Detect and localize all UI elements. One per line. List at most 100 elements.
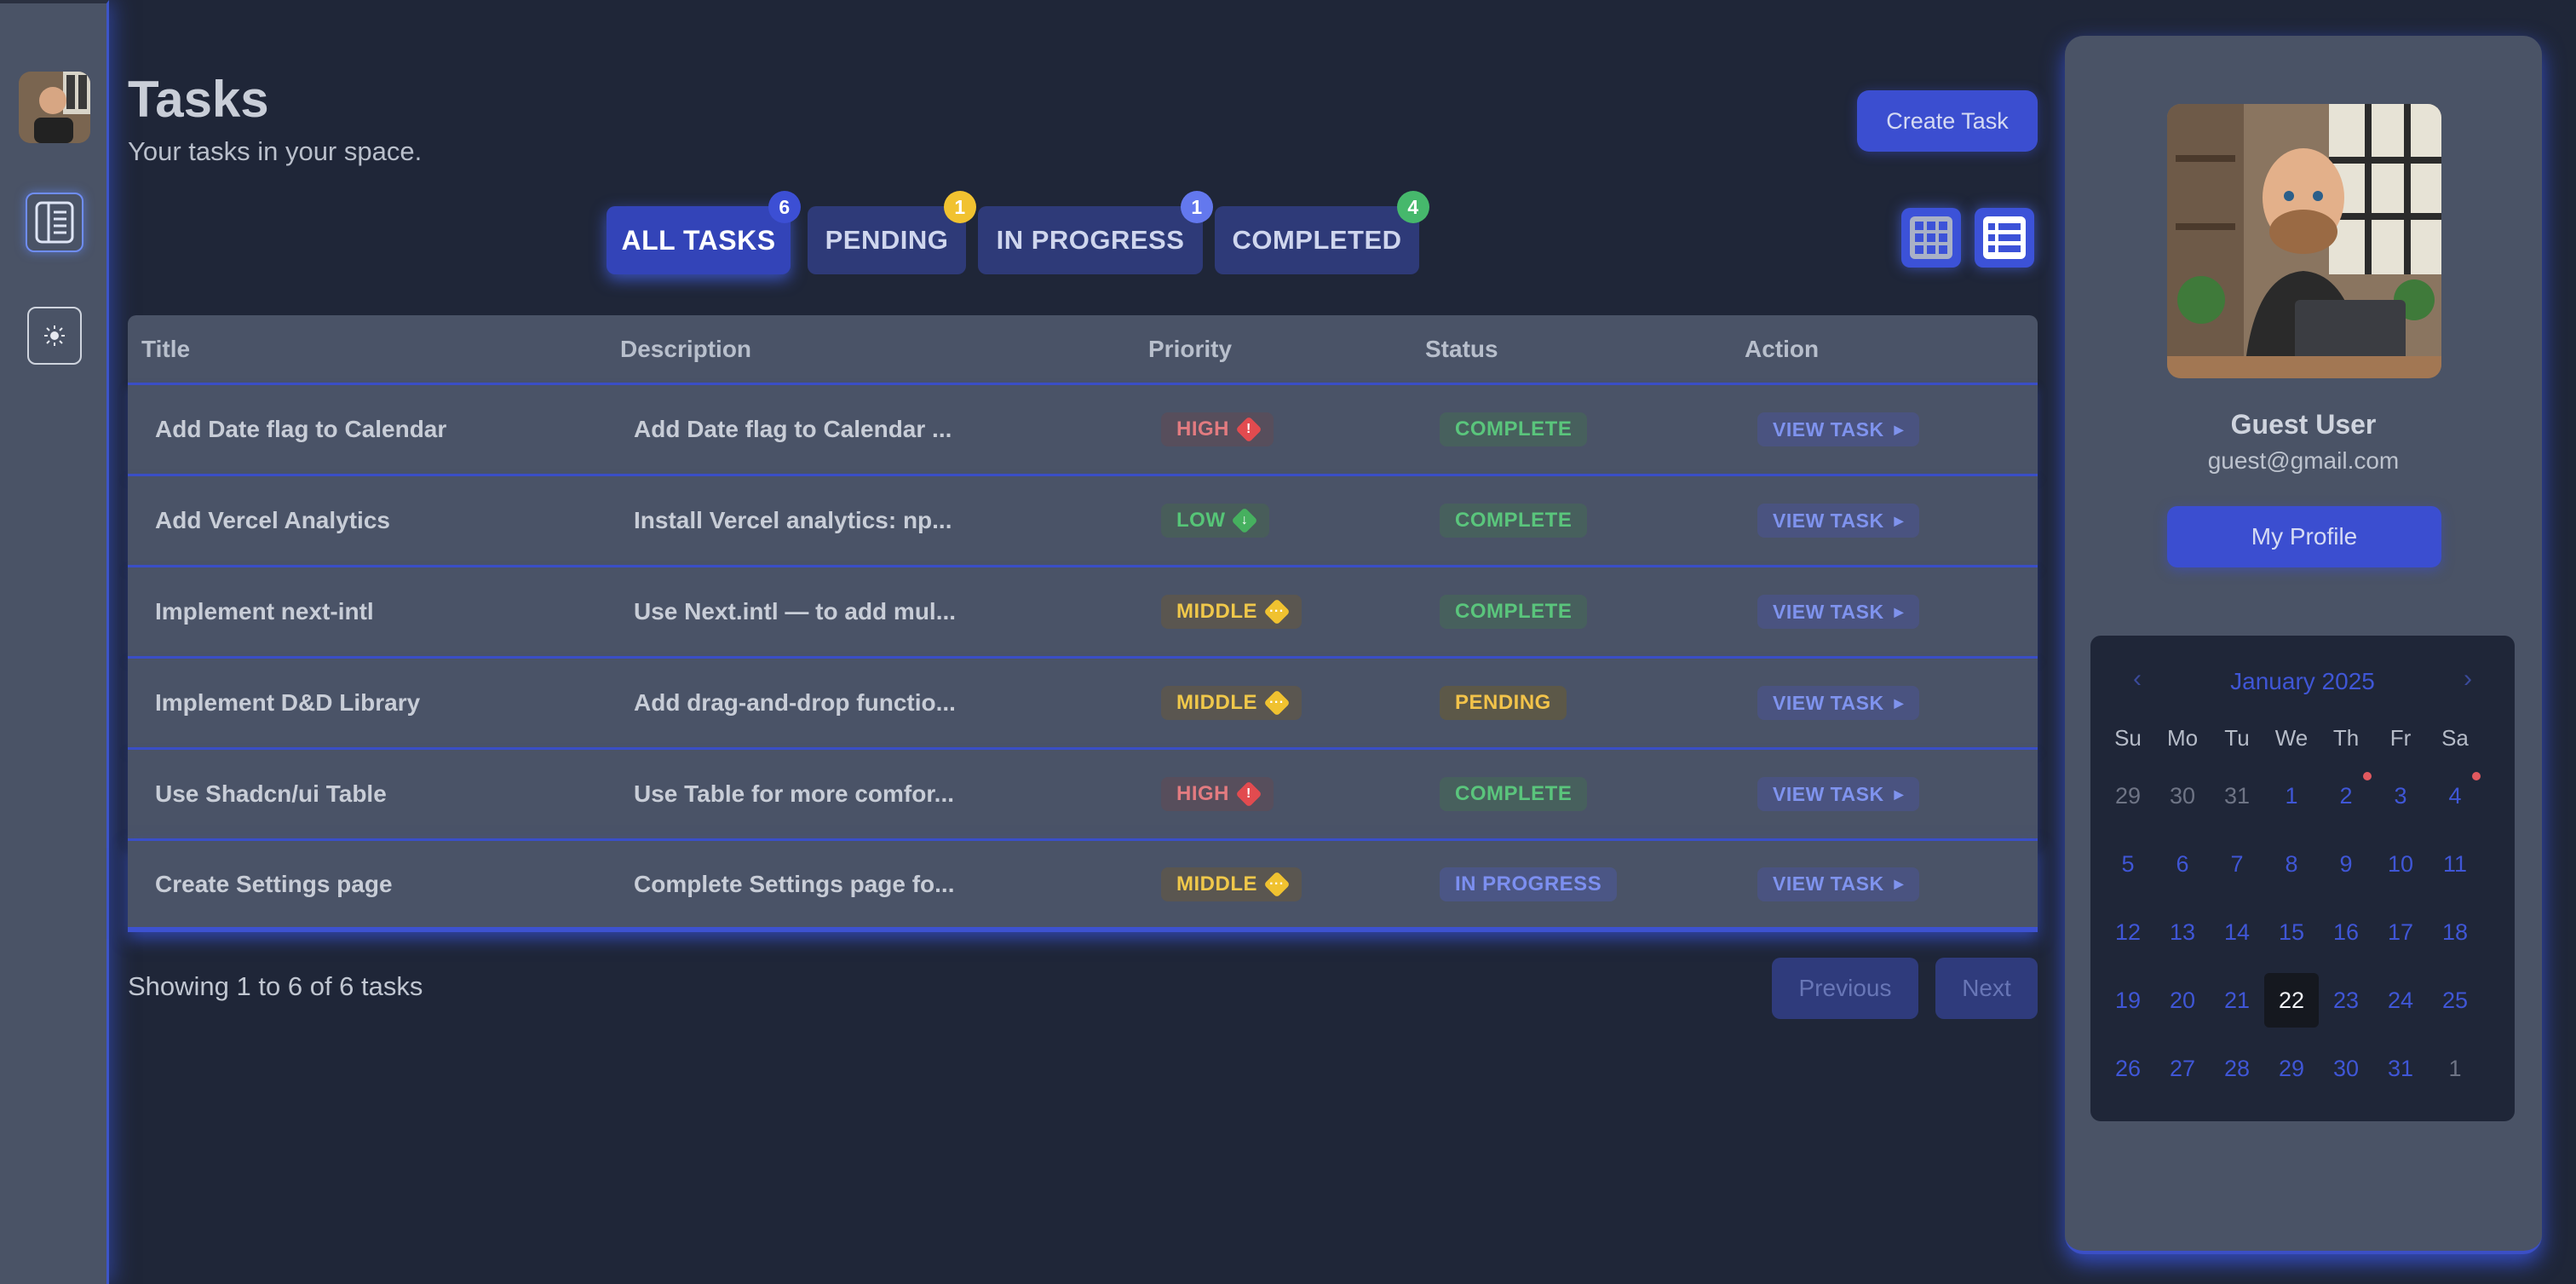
tab-all-tasks[interactable]: ALL TASKS 6	[607, 191, 801, 274]
calendar-grid: Su Mo Tu We Th Fr Sa 29 30 31 1 2 3 4 5 …	[2101, 721, 2504, 1096]
profile-avatar	[2167, 104, 2441, 378]
tab-label: COMPLETED	[1232, 225, 1402, 255]
tab-completed[interactable]: COMPLETED 4	[1215, 191, 1429, 274]
avatar[interactable]	[19, 72, 90, 143]
view-task-button[interactable]: VIEW TASK ▶	[1757, 504, 1919, 538]
sidebar-toggle-icon	[35, 201, 74, 244]
weekday-label: Th	[2332, 725, 2360, 751]
calendar-day[interactable]: 10	[2373, 837, 2428, 891]
calendar-day[interactable]: 31	[2210, 769, 2264, 823]
calendar-day[interactable]: 1	[2428, 1041, 2482, 1096]
status-badge: COMPLETE	[1440, 504, 1588, 538]
user-name: Guest User	[2230, 409, 2377, 440]
calendar-day[interactable]: 29	[2101, 769, 2155, 823]
task-description: Add drag-and-drop functio...	[634, 689, 956, 716]
weekday-label: Tu	[2224, 725, 2250, 751]
tab-pending[interactable]: PENDING 1	[808, 191, 976, 274]
calendar-day-today[interactable]: 22	[2264, 973, 2319, 1028]
calendar-day-flagged[interactable]: 4	[2428, 769, 2482, 823]
main-content: Tasks Your tasks in your space. Create T…	[128, 0, 2039, 1284]
priority-label: MIDDLE	[1176, 872, 1257, 895]
grid-view-button[interactable]	[1901, 208, 1961, 268]
calendar-day[interactable]: 18	[2428, 905, 2482, 959]
priority-label: MIDDLE	[1176, 600, 1257, 623]
flag-dot	[2363, 772, 2372, 780]
calendar-day[interactable]: 30	[2319, 1041, 2373, 1096]
calendar-day[interactable]: 30	[2155, 769, 2210, 823]
table-row: Implement D&D Library Add drag-and-drop …	[128, 659, 2038, 750]
priority-badge: LOW ↓	[1161, 504, 1270, 538]
status-badge: COMPLETE	[1440, 777, 1588, 811]
view-task-button[interactable]: VIEW TASK ▶	[1757, 777, 1919, 811]
calendar-day[interactable]: 1	[2264, 769, 2319, 823]
sidebar-toggle-button[interactable]	[26, 193, 83, 252]
task-description: Complete Settings page fo...	[634, 870, 955, 897]
calendar-day[interactable]: 19	[2101, 973, 2155, 1028]
task-title: Add Date flag to Calendar	[155, 416, 447, 442]
calendar-day[interactable]: 7	[2210, 837, 2264, 891]
calendar-day[interactable]: 12	[2101, 905, 2155, 959]
calendar-day[interactable]: 26	[2101, 1041, 2155, 1096]
previous-button[interactable]: Previous	[1772, 958, 1918, 1019]
tasks-table: Title Description Priority Status Action…	[128, 315, 2038, 932]
dots-icon: ···	[1263, 870, 1291, 898]
table-row: Implement next-intl Use Next.intl — to a…	[128, 567, 2038, 659]
view-task-button[interactable]: VIEW TASK ▶	[1757, 867, 1919, 901]
calendar-day[interactable]: 29	[2264, 1041, 2319, 1096]
view-task-label: VIEW TASK	[1773, 509, 1884, 532]
status-badge: PENDING	[1440, 686, 1567, 720]
calendar-day[interactable]: 23	[2319, 973, 2373, 1028]
view-task-button[interactable]: VIEW TASK ▶	[1757, 412, 1919, 446]
calendar-day[interactable]: 5	[2101, 837, 2155, 891]
list-view-button[interactable]	[1975, 208, 2034, 268]
calendar-day[interactable]: 15	[2264, 905, 2319, 959]
calendar-day[interactable]: 24	[2373, 973, 2428, 1028]
calendar-day[interactable]: 6	[2155, 837, 2210, 891]
status-badge: COMPLETE	[1440, 595, 1588, 629]
grid-icon	[1910, 216, 1952, 259]
weekday-label: Sa	[2441, 725, 2469, 751]
calendar-day[interactable]: 27	[2155, 1041, 2210, 1096]
calendar-day[interactable]: 25	[2428, 973, 2482, 1028]
view-task-button[interactable]: VIEW TASK ▶	[1757, 686, 1919, 720]
weekday-label: Fr	[2389, 725, 2412, 751]
pagination-summary: Showing 1 to 6 of 6 tasks	[128, 971, 423, 1001]
calendar-day[interactable]: 14	[2210, 905, 2264, 959]
chevron-right-icon[interactable]: ›	[2464, 665, 2472, 694]
profile-illustration	[2167, 104, 2441, 378]
calendar-week: 12 13 14 15 16 17 18	[2101, 891, 2504, 959]
calendar-day[interactable]: 8	[2264, 837, 2319, 891]
calendar-day[interactable]: 13	[2155, 905, 2210, 959]
caret-right-icon: ▶	[1894, 877, 1904, 890]
caret-right-icon: ▶	[1894, 786, 1904, 801]
calendar-day[interactable]: 17	[2373, 905, 2428, 959]
calendar-day[interactable]: 28	[2210, 1041, 2264, 1096]
calendar-day[interactable]: 31	[2373, 1041, 2428, 1096]
status-badge: COMPLETE	[1440, 412, 1588, 446]
calendar-week: 29 30 31 1 2 3 4	[2101, 755, 2504, 823]
calendar-day[interactable]: 9	[2319, 837, 2373, 891]
next-button[interactable]: Next	[1935, 958, 2038, 1019]
view-task-button[interactable]: VIEW TASK ▶	[1757, 595, 1919, 629]
calendar-day[interactable]: 16	[2319, 905, 2373, 959]
calendar-day[interactable]: 20	[2155, 973, 2210, 1028]
page-title: Tasks	[128, 71, 269, 128]
task-title: Create Settings page	[155, 870, 393, 897]
tab-in-progress[interactable]: IN PROGRESS 1	[978, 191, 1213, 274]
calendar-day[interactable]: 3	[2373, 769, 2428, 823]
theme-toggle-button[interactable]	[27, 307, 82, 365]
task-description: Use Next.intl — to add mul...	[634, 598, 957, 625]
list-icon	[1983, 216, 2026, 259]
create-task-button[interactable]: Create Task	[1857, 90, 2038, 152]
my-profile-button[interactable]: My Profile	[2167, 506, 2441, 567]
calendar-day[interactable]: 11	[2428, 837, 2482, 891]
weekday-header: Su Mo Tu We Th Fr Sa	[2101, 721, 2504, 755]
count-badge: 1	[944, 191, 976, 223]
dots-icon: ···	[1263, 598, 1291, 625]
column-header-action: Action	[1745, 335, 1820, 362]
calendar-day-flagged[interactable]: 2	[2319, 769, 2373, 823]
exclamation-icon: !	[1235, 416, 1262, 443]
left-sidebar	[0, 0, 109, 1284]
priority-badge: MIDDLE ···	[1161, 686, 1302, 720]
calendar-day[interactable]: 21	[2210, 973, 2264, 1028]
